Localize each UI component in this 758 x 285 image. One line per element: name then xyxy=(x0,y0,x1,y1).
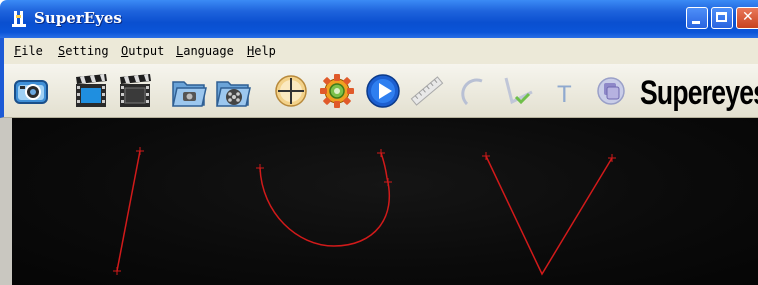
photo-folder-icon xyxy=(172,81,207,107)
film-clapper-dark-icon xyxy=(120,74,151,107)
menu-setting[interactable]: Setting xyxy=(58,44,109,58)
measure-angle-button[interactable] xyxy=(498,72,536,110)
measure-line xyxy=(116,150,141,272)
menu-file[interactable]: File xyxy=(14,44,43,58)
menu-bar: File Setting Output Language Help xyxy=(0,38,758,64)
menu-output[interactable]: Output xyxy=(121,44,164,58)
maximize-button[interactable] xyxy=(711,7,733,29)
window-title: SuperEyes xyxy=(34,9,122,27)
gear-icon xyxy=(320,74,354,108)
measure-arc-button[interactable] xyxy=(454,72,492,110)
ruler-icon xyxy=(410,76,444,106)
film-clapper-icon xyxy=(76,74,107,107)
crosshair-icon xyxy=(275,75,307,107)
text-icon: T xyxy=(557,81,572,108)
video-settings-button[interactable] xyxy=(116,72,154,110)
add-text-button[interactable]: T xyxy=(546,72,584,110)
record-video-button[interactable] xyxy=(72,72,110,110)
photo-folder-button[interactable] xyxy=(170,72,208,110)
app-icon xyxy=(10,9,28,29)
play-button[interactable] xyxy=(364,72,402,110)
arc-icon xyxy=(461,78,483,106)
menu-help[interactable]: Help xyxy=(247,44,276,58)
overlay-button[interactable] xyxy=(592,72,630,110)
snapshot-button[interactable] xyxy=(12,72,50,110)
settings-button[interactable] xyxy=(318,72,356,110)
measure-angle xyxy=(485,155,613,276)
minimize-button[interactable] xyxy=(686,7,708,29)
video-folder-button[interactable] xyxy=(214,72,252,110)
overlay-icon xyxy=(597,77,625,105)
app-window: SuperEyes File Setting Output Language H… xyxy=(0,0,758,285)
crosshair-button[interactable] xyxy=(272,72,310,110)
close-button[interactable] xyxy=(736,7,758,29)
measure-arc xyxy=(259,152,391,247)
svg-text:T: T xyxy=(557,81,572,108)
angle-icon xyxy=(504,77,533,105)
brand-logo: Supereyes xyxy=(640,74,758,112)
camera-icon xyxy=(14,80,48,104)
play-icon xyxy=(366,74,400,108)
menu-language[interactable]: Language xyxy=(176,44,234,58)
video-folder-icon xyxy=(216,81,251,107)
measure-line-button[interactable] xyxy=(408,72,446,110)
measurement-overlay xyxy=(113,147,616,276)
title-bar[interactable]: SuperEyes xyxy=(0,0,758,38)
measure-markers xyxy=(113,147,616,275)
preview-canvas[interactable] xyxy=(0,118,758,285)
